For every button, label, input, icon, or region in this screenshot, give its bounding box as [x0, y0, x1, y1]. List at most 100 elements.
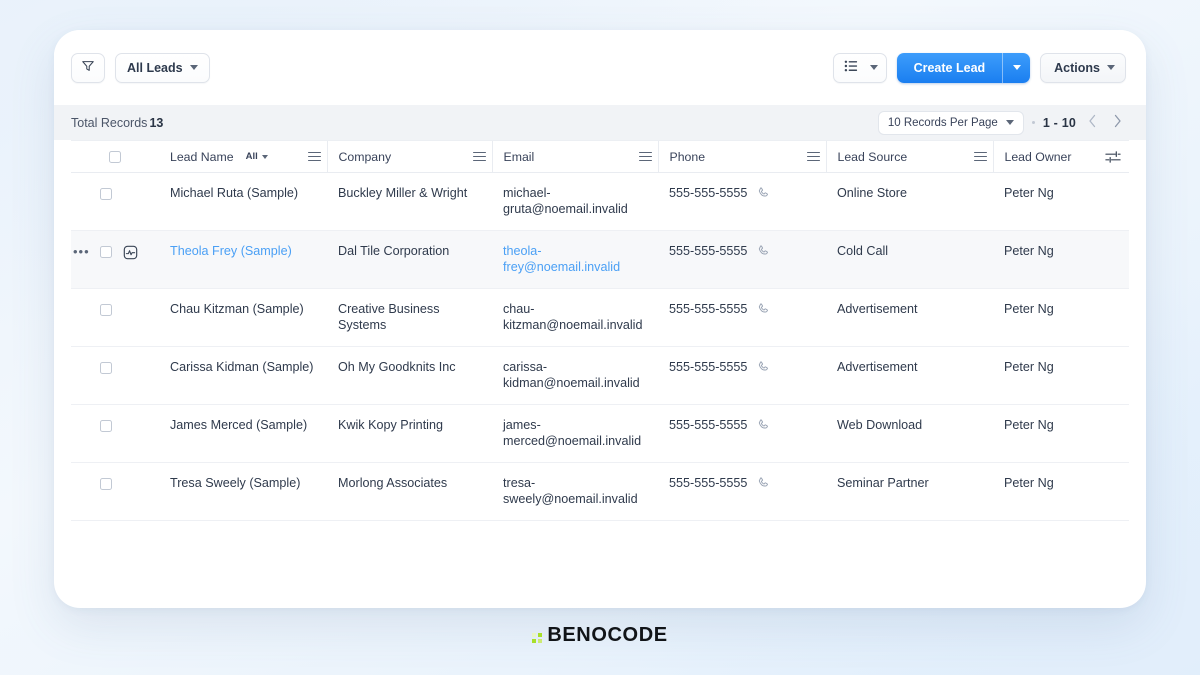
header-company-label: Company: [338, 149, 392, 164]
row-checkbox[interactable]: [100, 362, 112, 374]
phone-icon[interactable]: [756, 244, 770, 263]
app-card: All Leads Create Lead Actions Total Reco…: [54, 30, 1146, 608]
phone-number: 555-555-5555: [669, 476, 748, 490]
cell-lead-owner: Peter Ng: [993, 346, 1097, 405]
header-lead-owner: Lead Owner: [992, 141, 1097, 173]
cell-phone: 555-555-5555: [658, 172, 826, 231]
phone-number: 555-555-5555: [669, 360, 748, 374]
phone-number: 555-555-5555: [669, 302, 748, 316]
phone-icon[interactable]: [756, 418, 770, 437]
cell-company: Dal Tile Corporation: [327, 230, 492, 289]
header-lead-source: Lead Source: [825, 141, 993, 173]
cell-lead-source: Seminar Partner: [826, 462, 993, 521]
lead-name-link[interactable]: Michael Ruta (Sample): [170, 186, 298, 200]
chevron-down-icon: [1012, 65, 1021, 70]
phone-icon[interactable]: [756, 476, 770, 495]
cell-company: Kwik Kopy Printing: [327, 404, 492, 463]
column-menu-icon[interactable]: [303, 151, 327, 162]
header-lead-name-label: Lead Name: [170, 149, 234, 164]
table-row[interactable]: James Merced (Sample) Kwik Kopy Printing j…: [71, 404, 1129, 463]
row-checkbox[interactable]: [100, 304, 112, 316]
activity-square-icon[interactable]: [119, 245, 141, 260]
column-menu-icon[interactable]: [969, 151, 993, 162]
phone-number: 555-555-5555: [669, 418, 748, 432]
cell-email[interactable]: tresa-sweely@noemail.invalid: [492, 462, 658, 521]
list-view-icon: [844, 59, 859, 76]
view-filter-label: All Leads: [127, 60, 183, 75]
create-lead-dropdown-button[interactable]: [1002, 52, 1031, 83]
cell-email[interactable]: carissa-kidman@noemail.invalid: [492, 346, 658, 405]
row-checkbox[interactable]: [100, 188, 112, 200]
total-records: Total Records 13: [71, 116, 163, 130]
phone-icon[interactable]: [756, 360, 770, 379]
header-lead-owner-label: Lead Owner: [1004, 149, 1072, 164]
column-menu-icon[interactable]: [468, 151, 492, 162]
view-filter-button[interactable]: All Leads: [115, 52, 210, 83]
actions-label: Actions: [1054, 60, 1100, 75]
actions-button[interactable]: Actions: [1040, 52, 1126, 83]
lead-name-link[interactable]: Chau Kitzman (Sample): [170, 302, 304, 316]
column-menu-icon[interactable]: [634, 151, 658, 162]
cell-row-end: [1097, 346, 1129, 405]
phone-icon[interactable]: [756, 302, 770, 321]
column-settings-icon[interactable]: [1097, 150, 1129, 164]
select-all-checkbox[interactable]: [109, 150, 121, 163]
prev-page-button[interactable]: [1084, 114, 1101, 131]
row-checkbox[interactable]: [100, 246, 112, 258]
pager-separator-dot: [1031, 121, 1035, 124]
lead-name-link[interactable]: James Merced (Sample): [170, 418, 307, 432]
table-header-row: Lead Name All Company Email Phone Lead S…: [71, 141, 1129, 173]
header-column-settings: [1097, 141, 1129, 173]
chevron-down-icon: [1107, 65, 1115, 70]
phone-icon[interactable]: [756, 186, 770, 205]
cell-email[interactable]: james-merced@noemail.invalid: [492, 404, 658, 463]
row-checkbox[interactable]: [100, 420, 112, 432]
cell-company: Morlong Associates: [327, 462, 492, 521]
view-mode-button[interactable]: [832, 52, 887, 83]
chevron-down-icon: [869, 65, 878, 70]
cell-row-end: [1097, 172, 1129, 231]
chevron-down-icon: [1005, 120, 1014, 125]
cell-email[interactable]: michael-gruta@noemail.invalid: [492, 172, 658, 231]
row-controls-cell: [71, 172, 159, 231]
header-phone: Phone: [657, 141, 826, 173]
cell-phone: 555-555-5555: [658, 346, 826, 405]
page-range: 1 - 10: [1042, 115, 1076, 130]
leads-table: Lead Name All Company Email Phone Lead S…: [71, 141, 1129, 521]
cell-lead-source: Online Store: [826, 172, 993, 231]
row-controls-cell: •••: [71, 230, 159, 289]
records-per-page-label: 10 Records Per Page: [887, 116, 998, 129]
row-checkbox[interactable]: [100, 478, 112, 490]
create-lead-button[interactable]: Create Lead: [896, 52, 1003, 83]
header-email-label: Email: [503, 149, 535, 164]
table-row[interactable]: Tresa Sweely (Sample) Morlong Associates t…: [71, 462, 1129, 521]
cell-email[interactable]: theola-frey@noemail.invalid: [492, 230, 658, 289]
next-page-button[interactable]: [1109, 114, 1126, 131]
chevron-down-icon: [189, 65, 198, 70]
chevron-down-icon: [261, 154, 268, 159]
cell-phone: 555-555-5555: [658, 404, 826, 463]
column-menu-icon[interactable]: [802, 151, 826, 162]
table-row[interactable]: Chau Kitzman (Sample) Creative Business S…: [71, 288, 1129, 347]
records-per-page-select[interactable]: 10 Records Per Page: [877, 110, 1024, 135]
lead-name-link[interactable]: Tresa Sweely (Sample): [170, 476, 300, 490]
lead-name-link[interactable]: Carissa Kidman (Sample): [170, 360, 313, 374]
toolbar: All Leads Create Lead Actions: [54, 30, 1146, 105]
cell-row-end: [1097, 462, 1129, 521]
cell-lead-name: Tresa Sweely (Sample): [159, 462, 327, 521]
row-controls-cell: [71, 462, 159, 521]
lead-name-sort-dropdown[interactable]: All: [246, 151, 268, 162]
lead-name-link[interactable]: Theola Frey (Sample): [170, 244, 292, 258]
filter-button[interactable]: [71, 52, 105, 83]
table-row[interactable]: Michael Ruta (Sample) Buckley Miller & Wr…: [71, 172, 1129, 231]
lead-name-sort-label: All: [245, 151, 258, 162]
cell-email[interactable]: chau-kitzman@noemail.invalid: [492, 288, 658, 347]
table-row[interactable]: Carissa Kidman (Sample) Oh My Goodknits I…: [71, 346, 1129, 405]
more-horizontal-icon[interactable]: •••: [71, 245, 93, 258]
row-controls-cell: [71, 288, 159, 347]
table-row[interactable]: ••• Theola Frey (Sample) Dal Tile Corporat…: [71, 230, 1129, 289]
header-lead-source-label: Lead Source: [837, 149, 908, 164]
total-records-count: 13: [149, 115, 164, 130]
header-email: Email: [491, 141, 658, 173]
cell-lead-source: Advertisement: [826, 288, 993, 347]
